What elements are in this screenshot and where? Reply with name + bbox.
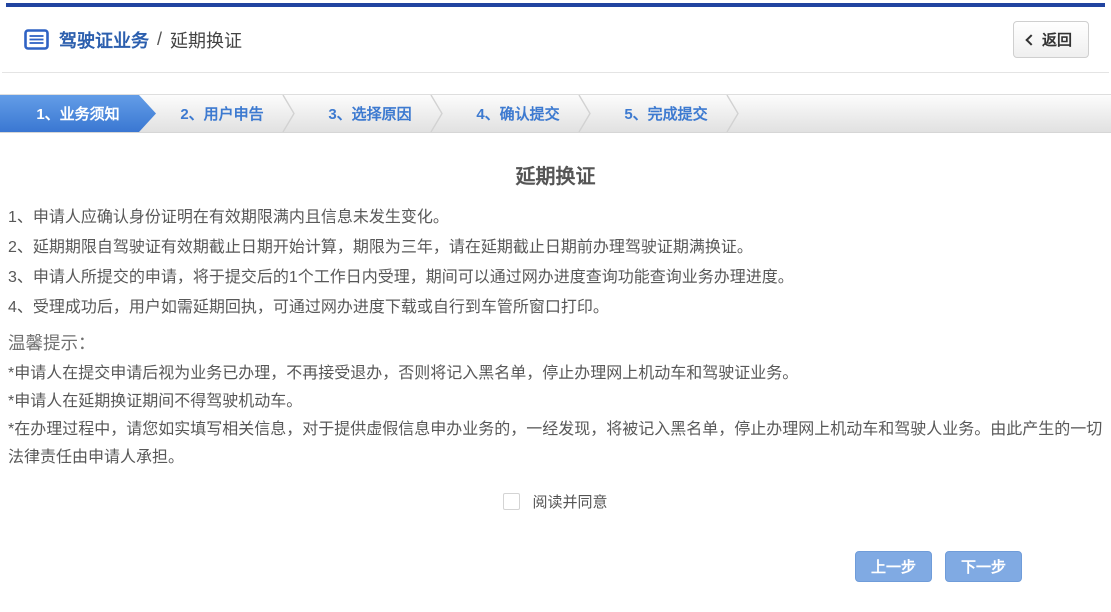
breadcrumb-current-page: 延期换证 — [170, 27, 242, 53]
footer-actions: 上一步 下一步 — [8, 551, 1103, 582]
back-button-label: 返回 — [1042, 29, 1072, 50]
breadcrumb-section[interactable]: 驾驶证业务 — [59, 27, 149, 53]
step-4-confirm-submit[interactable]: 4、确认提交 — [444, 95, 592, 132]
step-wizard: 1、业务须知 2、用户申告 3、选择原因 4、确认提交 5、完成提交 — [0, 94, 1111, 133]
page-title: 延期换证 — [8, 160, 1103, 189]
notice-item: 4、受理成功后，用户如需延期回执，可通过网办进度下载或自行到车管所窗口打印。 — [8, 293, 1103, 323]
step-label: 3、选择原因 — [328, 103, 411, 124]
tip-item: *在办理过程中，请您如实填写相关信息，对于提供虚假信息申办业务的，一经发现，将被… — [8, 416, 1103, 472]
next-step-button[interactable]: 下一步 — [945, 551, 1022, 582]
notice-item: 3、申请人所提交的申请，将于提交后的1个工作日内受理，期间可以通过网办进度查询功… — [8, 263, 1103, 293]
step-separator-icon — [726, 95, 740, 132]
agree-checkbox[interactable] — [503, 493, 520, 510]
list-icon — [24, 29, 49, 50]
tips-list: *申请人在提交申请后视为业务已办理，不再接受退办，否则将记入黑名单，停止办理网上… — [8, 360, 1103, 472]
breadcrumb-separator: / — [157, 29, 162, 50]
step-separator-icon — [282, 95, 296, 132]
agree-row: 阅读并同意 — [8, 491, 1103, 512]
step-label: 1、业务须知 — [36, 103, 119, 124]
step-label: 5、完成提交 — [624, 103, 707, 124]
step-2-user-declaration[interactable]: 2、用户申告 — [148, 95, 296, 132]
step-label: 2、用户申告 — [180, 103, 263, 124]
breadcrumb: 驾驶证业务 / 延期换证 — [24, 27, 242, 53]
tip-item: *申请人在提交申请后视为业务已办理，不再接受退办，否则将记入黑名单，停止办理网上… — [8, 360, 1103, 388]
notice-list: 1、申请人应确认身份证明在有效期限满内且信息未发生变化。 2、延期期限自驾驶证有… — [8, 203, 1103, 323]
back-chevron-icon — [1025, 34, 1036, 45]
step-separator-icon — [430, 95, 444, 132]
tip-item: *申请人在延期换证期间不得驾驶机动车。 — [8, 388, 1103, 416]
step-label: 4、确认提交 — [476, 103, 559, 124]
step-5-complete-submit[interactable]: 5、完成提交 — [592, 95, 740, 132]
main-content: 延期换证 1、申请人应确认身份证明在有效期限满内且信息未发生变化。 2、延期期限… — [0, 160, 1111, 582]
agree-label[interactable]: 阅读并同意 — [532, 491, 607, 512]
step-1-business-notice[interactable]: 1、业务须知 — [0, 95, 156, 132]
back-button[interactable]: 返回 — [1013, 21, 1089, 58]
step-separator-icon — [578, 95, 592, 132]
page-header: 驾驶证业务 / 延期换证 返回 — [2, 7, 1109, 73]
notice-item: 1、申请人应确认身份证明在有效期限满内且信息未发生变化。 — [8, 203, 1103, 233]
notice-item: 2、延期期限自驾驶证有效期截止日期开始计算，期限为三年，请在延期截止日期前办理驾… — [8, 233, 1103, 263]
tips-title: 温馨提示： — [8, 330, 1103, 355]
previous-step-button[interactable]: 上一步 — [855, 551, 932, 582]
step-3-select-reason[interactable]: 3、选择原因 — [296, 95, 444, 132]
